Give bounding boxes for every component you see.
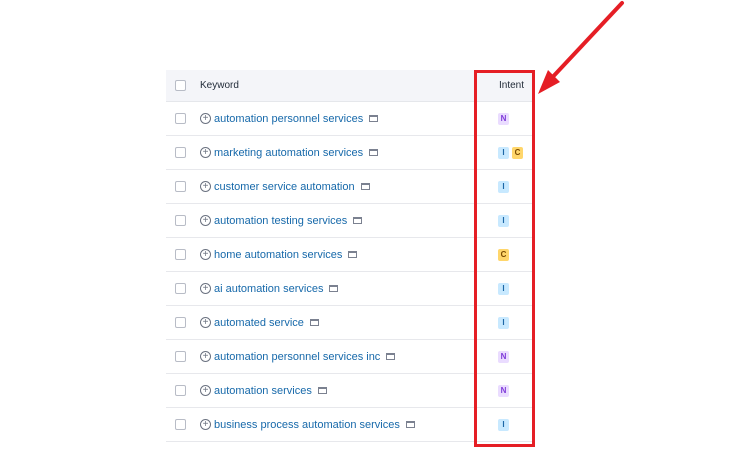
keyword-link[interactable]: automation personnel services xyxy=(214,113,379,125)
add-plus-icon[interactable]: + xyxy=(200,147,211,158)
add-plus-icon[interactable]: + xyxy=(200,351,211,362)
keyword-link[interactable]: business process automation services xyxy=(214,419,415,431)
row-checkbox[interactable] xyxy=(175,385,186,396)
serp-preview-icon[interactable] xyxy=(369,115,379,123)
serp-preview-icon[interactable] xyxy=(329,285,339,293)
keyword-link[interactable]: marketing automation services xyxy=(214,147,379,159)
row-checkbox[interactable] xyxy=(175,419,186,430)
row-checkbox[interactable] xyxy=(175,317,186,328)
row-checkbox[interactable] xyxy=(175,181,186,192)
serp-preview-icon[interactable] xyxy=(360,183,370,191)
row-checkbox[interactable] xyxy=(175,249,186,260)
add-plus-icon[interactable]: + xyxy=(200,113,211,124)
row-checkbox[interactable] xyxy=(175,215,186,226)
row-checkbox[interactable] xyxy=(175,147,186,158)
add-plus-icon[interactable]: + xyxy=(200,385,211,396)
keyword-link[interactable]: ai automation services xyxy=(214,283,339,295)
intent-column-highlight-box xyxy=(474,70,535,447)
select-all-checkbox[interactable] xyxy=(175,80,186,91)
serp-preview-icon[interactable] xyxy=(309,319,319,327)
add-plus-icon[interactable]: + xyxy=(200,215,211,226)
keyword-link[interactable]: automation services xyxy=(214,385,327,397)
add-plus-icon[interactable]: + xyxy=(200,419,211,430)
add-plus-icon[interactable]: + xyxy=(200,181,211,192)
add-plus-icon[interactable]: + xyxy=(200,283,211,294)
serp-preview-icon[interactable] xyxy=(386,353,396,361)
add-plus-icon[interactable]: + xyxy=(200,249,211,260)
keyword-column-header[interactable]: Keyword xyxy=(200,80,239,91)
keyword-link[interactable]: home automation services xyxy=(214,249,358,261)
serp-preview-icon[interactable] xyxy=(353,217,363,225)
serp-preview-icon[interactable] xyxy=(405,421,415,429)
serp-preview-icon[interactable] xyxy=(317,387,327,395)
row-checkbox[interactable] xyxy=(175,283,186,294)
serp-preview-icon[interactable] xyxy=(369,149,379,157)
keyword-link[interactable]: automated service xyxy=(214,317,319,329)
keyword-link[interactable]: automation testing services xyxy=(214,215,363,227)
serp-preview-icon[interactable] xyxy=(348,251,358,259)
row-checkbox[interactable] xyxy=(175,113,186,124)
row-checkbox[interactable] xyxy=(175,351,186,362)
add-plus-icon[interactable]: + xyxy=(200,317,211,328)
keyword-link[interactable]: automation personnel services inc xyxy=(214,351,396,363)
keyword-link[interactable]: customer service automation xyxy=(214,181,370,193)
